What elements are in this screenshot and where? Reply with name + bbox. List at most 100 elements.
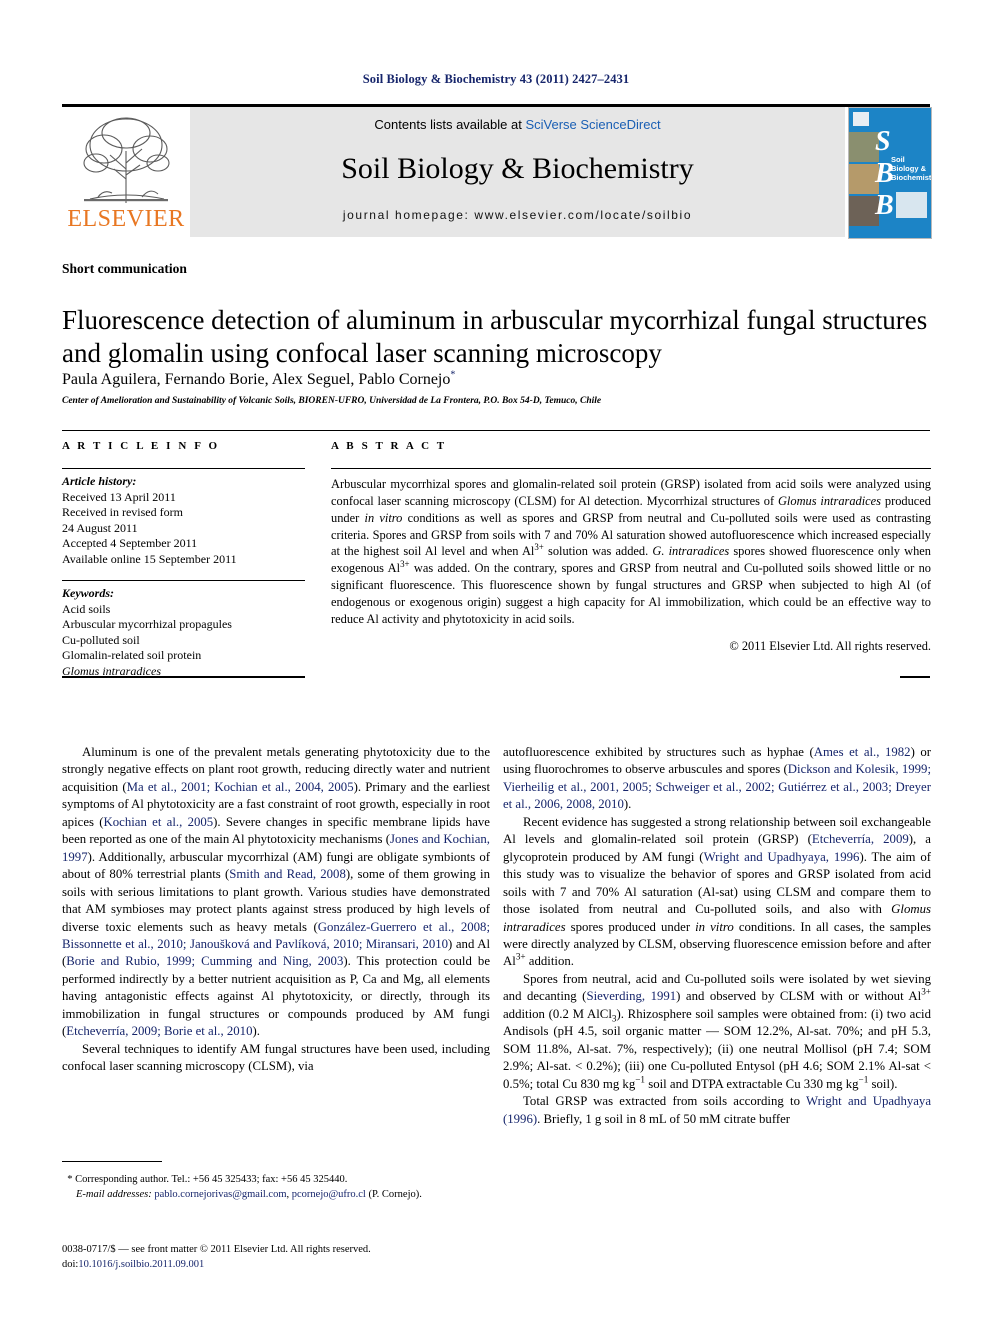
text-seg: soil and DTPA extractable Cu 330 mg kg bbox=[645, 1076, 859, 1091]
body-column-left: Aluminum is one of the prevalent metals … bbox=[62, 744, 490, 1076]
affiliation: Center of Amelioration and Sustainabilit… bbox=[62, 396, 602, 406]
paragraph: Spores from neutral, acid and Cu-pollute… bbox=[503, 971, 931, 1093]
paragraph: Total GRSP was extracted from soils acco… bbox=[503, 1093, 931, 1128]
paper-page: Soil Biology & Biochemistry 43 (2011) 24… bbox=[0, 0, 992, 1323]
abstract-copyright: © 2011 Elsevier Ltd. All rights reserved… bbox=[729, 639, 931, 653]
journal-title: Soil Biology & Biochemistry bbox=[341, 152, 694, 185]
info-history-rule bbox=[62, 468, 305, 469]
text-seg: ). bbox=[623, 797, 632, 812]
footnote-block: * Corresponding author. Tel.: +56 45 325… bbox=[62, 1172, 490, 1202]
history-item: Received 13 April 2011 bbox=[62, 489, 176, 504]
author-list: Paula Aguilera, Fernando Borie, Alex Seg… bbox=[62, 369, 932, 389]
contents-box: Contents lists available at SciVerse Sci… bbox=[190, 107, 845, 237]
citation-link[interactable]: Ames et al., 1982 bbox=[814, 745, 911, 759]
history-item: Available online 15 September 2011 bbox=[62, 551, 237, 566]
citation-link[interactable]: Kochian et al., 2005 bbox=[104, 815, 214, 829]
abstract-heading: A B S T R A C T bbox=[331, 440, 447, 452]
elsevier-tree-icon bbox=[83, 117, 170, 203]
abstract-top-rule bbox=[331, 468, 931, 469]
colophon: 0038-0717/$ — see front matter © 2011 El… bbox=[62, 1242, 532, 1272]
email-link-2[interactable]: pcornejo@ufro.cl bbox=[292, 1189, 366, 1200]
citation-link[interactable]: Ma et al., 2001; Kochian et al., 2004, 2… bbox=[127, 780, 354, 794]
text-seg: ). bbox=[252, 1024, 260, 1039]
paragraph: Several techniques to identify AM fungal… bbox=[62, 1041, 490, 1074]
email-attribution: (P. Cornejo). bbox=[365, 1189, 422, 1201]
doi-label: doi: bbox=[62, 1259, 79, 1271]
contents-available-line: Contents lists available at SciVerse Sci… bbox=[190, 117, 845, 132]
paragraph: Recent evidence has suggested a strong r… bbox=[503, 814, 931, 971]
journal-header-band: ELSEVIER Contents lists available at Sci… bbox=[62, 107, 932, 239]
running-head: Soil Biology & Biochemistry 43 (2011) 24… bbox=[362, 72, 630, 86]
elsevier-wordmark: ELSEVIER bbox=[67, 206, 185, 232]
text-seg: addition (0.2 M AlCl bbox=[503, 1006, 612, 1021]
text-seg: . Briefly, 1 g soil in 8 mL of 50 mM cit… bbox=[537, 1111, 791, 1126]
abstract-text: Arbuscular mycorrhizal spores and glomal… bbox=[331, 476, 931, 628]
article-info-heading: A R T I C L E I N F O bbox=[62, 440, 220, 452]
citation-link[interactable]: Sieverding, 1991 bbox=[586, 989, 676, 1003]
history-item: Accepted 4 September 2011 bbox=[62, 536, 198, 551]
journal-homepage[interactable]: journal homepage: www.elsevier.com/locat… bbox=[190, 208, 845, 222]
abstract-in-vitro: in vitro bbox=[364, 510, 403, 525]
article-history: Article history: Received 13 April 2011 … bbox=[62, 474, 305, 568]
cover-emblem bbox=[896, 192, 927, 218]
keywords-list: Keywords: Acid soils Arbuscular mycorrhi… bbox=[62, 586, 305, 680]
text-seg: soil). bbox=[868, 1076, 898, 1091]
citation-link[interactable]: Smith and Read, 2008 bbox=[229, 867, 346, 881]
abstract-species-1: Glomus intraradices bbox=[777, 493, 881, 508]
corresponding-author-marker: * bbox=[450, 369, 456, 381]
citation-link[interactable]: Etcheverría, 2009 bbox=[812, 832, 909, 846]
cover-letter-s: S bbox=[875, 126, 891, 157]
in-vitro-italic: in vitro bbox=[695, 919, 734, 934]
info-block-top-rule bbox=[62, 430, 930, 431]
sup-al3plus: 3+ bbox=[515, 952, 526, 963]
history-item: 24 August 2011 bbox=[62, 520, 138, 535]
abstract-seg: was added. On the contrary, spores and G… bbox=[331, 561, 931, 626]
paragraph: Aluminum is one of the prevalent metals … bbox=[62, 744, 490, 1041]
journal-cover-thumbnail: S B B Soil Biology & Biochemistry bbox=[848, 107, 932, 239]
citation-link[interactable]: Wright and Upadhyaya, 1996 bbox=[704, 850, 860, 864]
doi-link[interactable]: 10.1016/j.soilbio.2011.09.001 bbox=[78, 1259, 204, 1270]
abstract-sup-al3plus: 3+ bbox=[400, 559, 410, 570]
footnote-rule bbox=[62, 1161, 162, 1162]
body-column-right: autofluorescence exhibited by structures… bbox=[503, 744, 931, 1128]
info-keywords-rule bbox=[62, 580, 305, 581]
text-seg: Total GRSP was extracted from soils acco… bbox=[523, 1094, 806, 1109]
keywords-label: Keywords: bbox=[62, 586, 114, 600]
keyword-item: Acid soils bbox=[62, 601, 111, 616]
issn-line: 0038-0717/$ — see front matter © 2011 El… bbox=[62, 1244, 371, 1255]
doi-line: doi:10.1016/j.soilbio.2011.09.001 bbox=[62, 1257, 532, 1272]
sup-per-kg: −1 bbox=[858, 1074, 869, 1085]
paragraph: autofluorescence exhibited by structures… bbox=[503, 744, 931, 814]
footnote-marker: * bbox=[67, 1174, 73, 1185]
abstract-species-2: G. intraradices bbox=[652, 544, 730, 559]
text-seg: ) and observed by CLSM with or without A… bbox=[676, 989, 922, 1004]
email-label: E-mail addresses: bbox=[76, 1189, 152, 1201]
citation-link[interactable]: Borie and Rubio, 1999; Cumming and Ning,… bbox=[66, 954, 343, 968]
cover-letter-b2: B bbox=[875, 190, 894, 221]
abstract-bottom-rule bbox=[900, 676, 930, 678]
cover-journal-title: Soil Biology & Biochemistry bbox=[891, 155, 932, 182]
text-seg: spores produced under bbox=[565, 919, 696, 934]
sup-per-kg: −1 bbox=[635, 1074, 646, 1085]
text-seg: autofluorescence exhibited by structures… bbox=[503, 745, 814, 759]
article-section-label: Short communication bbox=[62, 261, 187, 276]
text-seg: addition. bbox=[525, 954, 574, 969]
keyword-item: Arbuscular mycorrhizal propagules bbox=[62, 617, 232, 632]
footnote-contact: Corresponding author. Tel.: +56 45 32543… bbox=[75, 1174, 348, 1185]
cover-publisher-mark bbox=[853, 112, 869, 126]
keyword-item: Cu-polluted soil bbox=[62, 632, 140, 647]
article-history-label: Article history: bbox=[62, 474, 137, 488]
email-link-1[interactable]: pablo.cornejorivas@gmail.com bbox=[154, 1189, 286, 1200]
contents-prefix: Contents lists available at bbox=[374, 117, 526, 132]
keyword-item: Glomalin-related soil protein bbox=[62, 648, 202, 663]
corresponding-author-note: * Corresponding author. Tel.: +56 45 325… bbox=[62, 1172, 490, 1187]
citation-link[interactable]: Etcheverría, 2009; Borie et al., 2010 bbox=[66, 1024, 252, 1038]
abstract-sup-al3plus: 3+ bbox=[534, 542, 544, 553]
history-item: Received in revised form bbox=[62, 505, 183, 520]
page-title: Fluorescence detection of aluminum in ar… bbox=[62, 305, 928, 369]
elsevier-logo: ELSEVIER bbox=[62, 107, 190, 237]
author-names: Paula Aguilera, Fernando Borie, Alex Seg… bbox=[62, 371, 451, 388]
keyword-item: Glomus intraradices bbox=[62, 663, 161, 678]
abstract-seg: solution was added. bbox=[543, 544, 653, 559]
sciencedirect-link[interactable]: SciVerse ScienceDirect bbox=[525, 117, 660, 132]
